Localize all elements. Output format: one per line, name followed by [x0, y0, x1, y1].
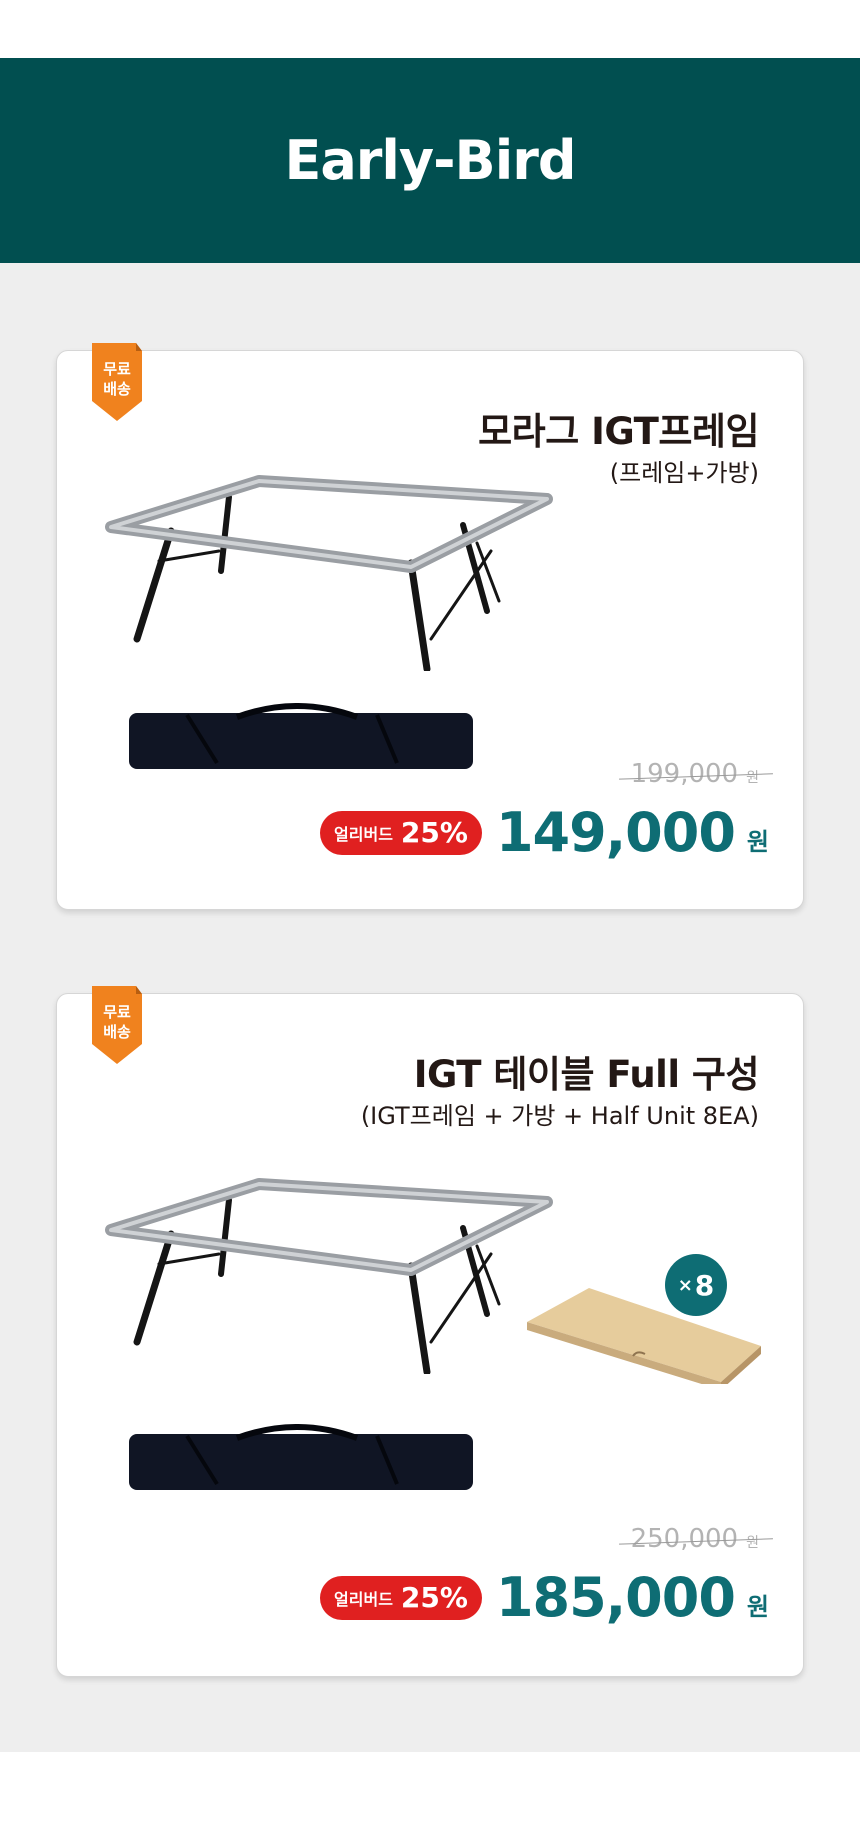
original-price: 199,000 원	[618, 759, 773, 789]
free-shipping-badge: 무료 배송	[92, 343, 142, 421]
header-title: Early-Bird	[284, 129, 576, 192]
half-unit-board-image	[527, 1288, 761, 1384]
product-title: IGT 테이블 Full 구성	[413, 1053, 760, 1096]
quantity-multiplier-badge: × 8	[665, 1254, 727, 1316]
product-title: 모라그 IGT프레임	[478, 410, 759, 453]
price-unit: 원	[746, 828, 769, 856]
badge-text: 무료 배송	[103, 360, 131, 398]
price-row: 얼리버드 25% 149,000 원	[320, 801, 769, 864]
price-unit: 원	[746, 1593, 769, 1621]
sale-price: 149,000	[495, 801, 736, 864]
product-subtitle: (IGT프레임 + 가방 + Half Unit 8EA)	[360, 1102, 759, 1130]
original-price: 250,000 원	[618, 1524, 773, 1554]
product-card-full-set[interactable]: 무료 배송 IGT 테이블 Full 구성 (IGT프레임 + 가방 + Hal…	[56, 986, 804, 1677]
price-row: 얼리버드 25% 185,000 원	[320, 1566, 769, 1629]
table-frame-image	[105, 1178, 553, 1374]
sale-price: 185,000	[495, 1566, 736, 1629]
product-card-frame[interactable]: 무료 배송 모라그 IGT프레임 (프레임+가방) 199,000 원 얼리버드…	[56, 343, 804, 910]
product-subtitle: (프레임+가방)	[609, 459, 759, 487]
badge-text: 무료 배송	[103, 1003, 131, 1041]
carry-bag-image	[129, 703, 473, 769]
free-shipping-badge: 무료 배송	[92, 986, 142, 1064]
early-bird-discount-badge: 얼리버드 25%	[320, 1575, 482, 1620]
early-bird-header: Early-Bird	[0, 58, 860, 263]
early-bird-discount-badge: 얼리버드 25%	[320, 810, 482, 855]
carry-bag-image	[129, 1424, 473, 1490]
table-frame-image	[105, 475, 553, 671]
